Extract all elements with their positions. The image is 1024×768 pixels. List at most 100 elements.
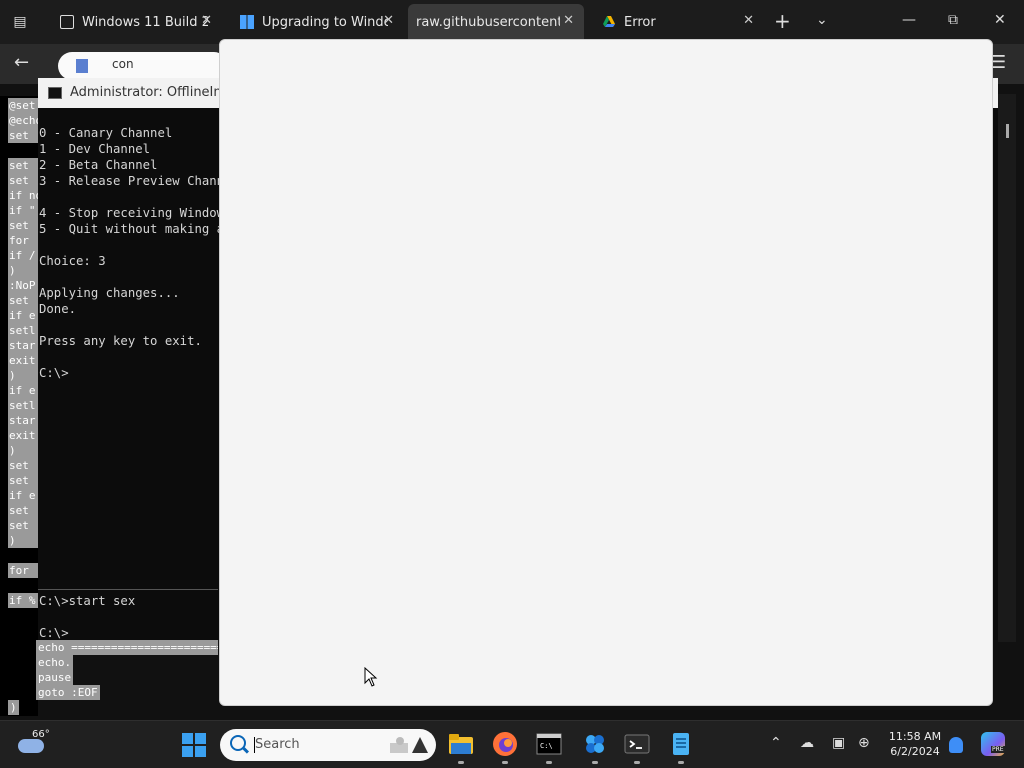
cmd-icon [48, 87, 62, 99]
source-line: @echo [8, 113, 38, 128]
background-tab-stub: con [58, 52, 228, 80]
cloud-icon [18, 739, 44, 753]
source-line: echo. [36, 655, 74, 670]
scrollbar-thumb[interactable] [1006, 124, 1009, 138]
chevron-up-icon[interactable]: ⌃ [770, 735, 782, 751]
running-indicator [592, 761, 598, 764]
browser-tab-strip: ▤ Windows 11 Build 2610 ✕ Upgrading to W… [0, 0, 1024, 44]
source-line: exit [8, 353, 38, 368]
terminal-icon[interactable] [624, 731, 650, 757]
console-line: C:\> [39, 626, 69, 640]
clock-time: 11:58 AM [888, 730, 942, 743]
tab-title: Error [624, 14, 656, 30]
network-icon[interactable]: ⊕ [858, 735, 870, 751]
desktop: ▤ Windows 11 Build 2610 ✕ Upgrading to W… [0, 0, 1024, 768]
close-tab-icon[interactable]: ✕ [563, 13, 574, 28]
running-indicator [502, 761, 508, 764]
source-line: set [8, 218, 38, 233]
source-line: :NoP [8, 278, 38, 293]
mouse-cursor-icon [364, 667, 378, 687]
source-line: ) [8, 368, 38, 383]
minimize-icon[interactable]: — [902, 12, 916, 28]
source-line: if no [8, 188, 38, 203]
source-line: if % [8, 593, 38, 608]
source-line: ) [8, 263, 38, 278]
running-indicator [678, 761, 684, 764]
running-indicator [634, 761, 640, 764]
tab-windows-build[interactable]: Windows 11 Build 2610 ✕ [46, 4, 222, 40]
temperature: 66° [32, 729, 50, 740]
source-line: set [8, 173, 38, 188]
page-icon [60, 15, 74, 29]
tab-raw-github[interactable]: raw.githubusercontent.com ✕ [408, 4, 584, 40]
console-scrollbar[interactable] [998, 94, 1016, 642]
tab-actions-icon[interactable]: ▤ [10, 12, 30, 32]
source-line: for [8, 233, 38, 248]
cloud-sync-icon[interactable]: ☁ [800, 735, 814, 751]
svg-text:C:\: C:\ [540, 742, 553, 750]
clock-date: 6/2/2024 [890, 745, 940, 758]
source-line: ) [8, 443, 38, 458]
close-tab-icon[interactable]: ✕ [201, 13, 212, 28]
source-line: set [8, 293, 38, 308]
file-explorer-icon[interactable] [448, 731, 474, 757]
tab-title: raw.githubusercontent.com [416, 14, 560, 30]
source-line: for [8, 563, 38, 578]
blank-page[interactable] [219, 39, 993, 706]
running-indicator [546, 761, 552, 764]
source-line: @set [8, 98, 38, 113]
search-highlight-icon [390, 737, 428, 753]
system-clock[interactable]: 11:58 AM 6/2/2024 [884, 729, 946, 759]
source-line: if e [8, 308, 38, 323]
source-line: set [8, 503, 38, 518]
source-line: setl [8, 398, 38, 413]
close-tab-icon[interactable]: ✕ [743, 13, 754, 28]
bell-icon[interactable] [949, 737, 963, 753]
source-line: star [8, 338, 38, 353]
source-line: echo ========================== [36, 640, 218, 655]
notepad-icon[interactable] [668, 731, 694, 757]
close-tab-icon[interactable]: ✕ [383, 13, 394, 28]
copilot-icon[interactable]: PRE [981, 732, 1005, 756]
restore-icon[interactable]: ⧉ [948, 12, 958, 28]
taskbar-search[interactable]: Search [220, 729, 436, 761]
firefox-icon[interactable] [492, 731, 518, 757]
google-drive-icon [602, 15, 616, 29]
display-icon[interactable]: ▣ [832, 735, 845, 751]
source-line: exit [8, 428, 38, 443]
search-placeholder: Search [255, 737, 300, 752]
source-line: set [8, 458, 38, 473]
source-line: pause [36, 670, 74, 685]
chevron-down-icon[interactable]: ⌄ [816, 12, 828, 28]
source-line: set [8, 128, 38, 143]
source-line: if / [8, 248, 38, 263]
tab-title: Windows 11 Build 2610 [82, 14, 208, 30]
search-icon [230, 735, 246, 751]
source-line: if e [8, 383, 38, 398]
source-line: star [8, 413, 38, 428]
console-second-output[interactable]: C:\>start sex C:\> [39, 593, 135, 641]
source-line: ) [8, 533, 38, 548]
source-line: set [8, 473, 38, 488]
tab-error[interactable]: Error ✕ [588, 4, 764, 40]
taskbar: 66° Search C:\ ⌃ ☁ ▣ ⊕ 11:58 AM 6/2/2024… [0, 720, 1024, 768]
copilot-badge: PRE [991, 746, 1005, 753]
console-line: C:\>start sex [39, 594, 136, 608]
cmd-icon[interactable]: C:\ [536, 731, 562, 757]
weather-widget[interactable]: 66° [18, 729, 58, 759]
background-tab-title: con [112, 57, 134, 71]
source-line: goto :EOF [36, 685, 100, 700]
edge-dev-icon[interactable] [582, 731, 608, 757]
source-line: set [8, 518, 38, 533]
source-line: if " [8, 203, 38, 218]
close-window-icon[interactable]: ✕ [994, 12, 1006, 28]
tab-upgrading-windows[interactable]: Upgrading to Windows ✕ [226, 4, 404, 40]
back-arrow-icon[interactable]: ← [14, 52, 29, 73]
source-line: set [8, 158, 38, 173]
source-line: setl [8, 323, 38, 338]
start-button[interactable] [182, 733, 206, 757]
file-icon [76, 59, 88, 73]
new-tab-button[interactable]: + [774, 10, 791, 32]
windows-logo-icon [240, 15, 254, 29]
